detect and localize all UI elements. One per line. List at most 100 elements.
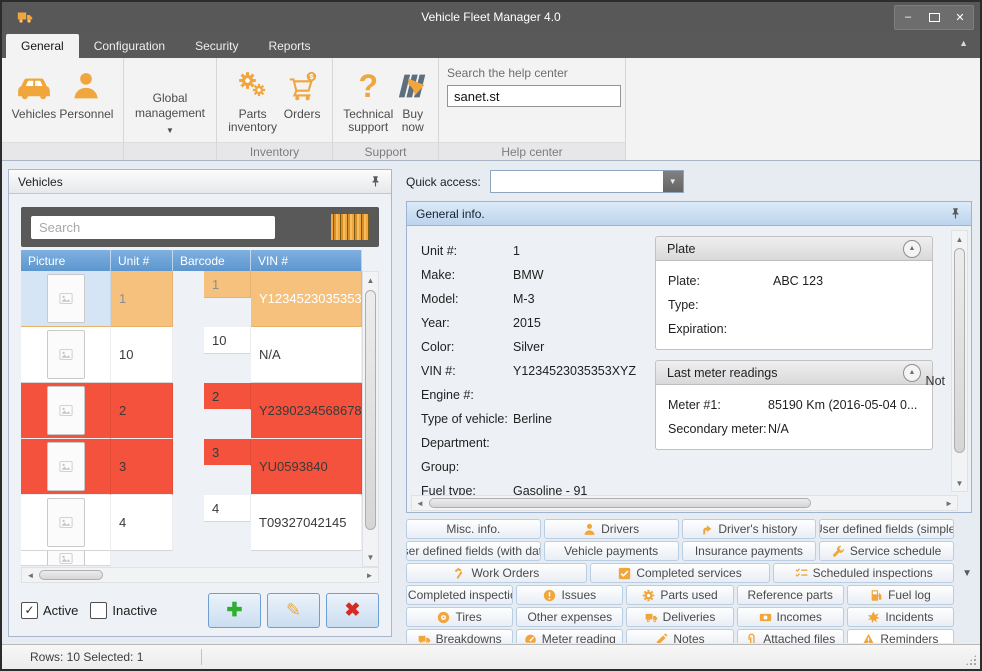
vehicles-button[interactable]: Vehicles [10,64,58,121]
tab-reminders[interactable]: Reminders [847,629,954,643]
tab-general[interactable]: General [6,34,79,58]
minimize-button[interactable]: – [895,6,921,29]
maximize-button[interactable] [921,6,947,29]
scroll-down-icon[interactable]: ▼ [952,476,967,490]
combobox-dropdown-button[interactable]: ▼ [663,171,683,192]
global-management-button[interactable]: Global management ▼ [132,91,208,138]
tab-notes[interactable]: Notes [626,629,733,643]
resize-grip[interactable] [965,654,977,666]
vin-cell: Y1234523035353XYZ [251,271,362,327]
scroll-left-icon[interactable]: ◄ [413,496,427,510]
tab-tires[interactable]: Tires [406,607,513,627]
inactive-checkbox[interactable] [90,602,107,619]
active-checkbox[interactable]: ✓ [21,602,38,619]
column-header-unit[interactable]: Unit # [111,250,173,271]
field-label: Engine #: [421,388,513,402]
picture-cell [21,439,111,495]
info-horizontal-scrollbar[interactable]: ◄ ► [411,495,958,511]
pin-icon[interactable] [369,175,382,188]
vehicles-vertical-scrollbar[interactable]: ▲ ▼ [362,271,379,567]
tab-label: Incomes [777,610,822,624]
tab-user-defined-fields-with-date[interactable]: User defined fields (with date) [406,541,541,561]
vehicle-row[interactable]: 11Y1234523035353XYZ [21,271,362,327]
tab-security[interactable]: Security [180,34,253,58]
tab-other-expenses[interactable]: Other expenses [516,607,623,627]
tab-user-defined-fields-simple[interactable]: User defined fields (simple) [819,519,954,539]
vehicle-row[interactable]: 1010N/A [21,327,362,383]
column-header-picture[interactable]: Picture [21,250,111,271]
tab-incidents[interactable]: Incidents [847,607,954,627]
delete-vehicle-button[interactable]: ✖ [326,593,379,628]
tab-meter-reading[interactable]: Meter reading [516,629,623,643]
tab-attached-files[interactable]: Attached files [737,629,844,643]
tab-parts-used[interactable]: Parts used [626,585,733,605]
add-vehicle-button[interactable]: ✚ [208,593,261,628]
info-vertical-scrollbar[interactable]: ▲ ▼ [951,230,968,492]
collapse-circle-icon[interactable]: ▲ [903,240,921,258]
tab-label: Other expenses [527,610,612,624]
tab-scheduled-inspections[interactable]: Scheduled inspections [773,563,954,583]
scroll-right-icon[interactable]: ► [362,568,377,582]
vehicle-row[interactable]: 22Y2390234568678 [21,383,362,439]
vehicle-row[interactable]: 44T09327042145 [21,495,362,551]
tab-drivers[interactable]: Drivers [544,519,679,539]
info-field-model: Model:M-3 [421,287,666,311]
tab-incomes[interactable]: Incomes [737,607,844,627]
tab-reference-parts[interactable]: Reference parts [737,585,844,605]
column-header-barcode[interactable]: Barcode [173,250,251,271]
scroll-up-icon[interactable]: ▲ [363,273,378,288]
inventory-group-caption: Inventory [217,142,332,160]
title-bar: Vehicle Fleet Manager 4.0 – ✕ [2,2,980,32]
tabs-scroll-down-icon[interactable]: ▼ [962,568,972,579]
scroll-up-icon[interactable]: ▲ [952,232,967,246]
buy-now-button[interactable]: Buy now [395,64,430,134]
parts-inventory-button[interactable]: Parts inventory [225,64,280,134]
close-button[interactable]: ✕ [947,6,973,29]
scroll-thumb[interactable] [39,570,103,580]
quick-access-combobox[interactable]: ▼ [490,170,684,193]
help-search-input[interactable] [447,85,621,107]
scroll-left-icon[interactable]: ◄ [23,568,38,582]
tab-reports[interactable]: Reports [253,34,325,58]
scroll-thumb[interactable] [365,290,376,530]
pencil-icon [655,633,668,644]
technical-support-button[interactable]: ? Technical support [341,64,395,134]
parts-inventory-label: Parts inventory [225,108,280,134]
collapse-ribbon-icon[interactable]: ▲ [959,38,968,48]
maximize-icon [929,13,940,22]
tab-misc-info[interactable]: Misc. info. [406,519,541,539]
orders-button[interactable]: Orders [280,64,324,121]
tab-breakdowns[interactable]: Breakdowns [406,629,513,643]
tab-driver-s-history[interactable]: Driver's history [682,519,817,539]
column-header-vin[interactable]: VIN # [251,250,362,271]
scroll-thumb[interactable] [954,248,965,453]
tab-insurance-payments[interactable]: Insurance payments [682,541,817,561]
barcode-icon[interactable] [331,214,369,240]
tab-label: Vehicle payments [564,544,658,558]
tab-issues[interactable]: Issues [516,585,623,605]
picture-cell [21,271,111,327]
search-input[interactable] [31,216,275,239]
vehicles-search-toolbar [21,207,379,247]
barcode-cell: 2 [204,383,251,410]
tab-deliveries[interactable]: Deliveries [626,607,733,627]
tab-completed-inspections[interactable]: Completed inspections [406,585,513,605]
image-placeholder [47,330,85,379]
vehicle-row[interactable]: 33YU0593840 [21,439,362,495]
scroll-thumb[interactable] [429,498,811,508]
tab-fuel-log[interactable]: Fuel log [847,585,954,605]
collapse-circle-icon[interactable]: ▲ [903,364,921,382]
vehicle-row[interactable] [21,551,362,566]
field-value: 1 [513,244,520,258]
tab-completed-services[interactable]: Completed services [590,563,771,583]
edit-vehicle-button[interactable]: ✎ [267,593,320,628]
tab-configuration[interactable]: Configuration [79,34,180,58]
pin-icon[interactable] [949,207,962,220]
tab-vehicle-payments[interactable]: Vehicle payments [544,541,679,561]
vehicles-horizontal-scrollbar[interactable]: ◄ ► [21,567,379,583]
scroll-right-icon[interactable]: ► [942,496,956,510]
tab-work-orders[interactable]: Work Orders [406,563,587,583]
scroll-down-icon[interactable]: ▼ [363,550,378,565]
tab-service-schedule[interactable]: Service schedule [819,541,954,561]
personnel-button[interactable]: Personnel [58,64,115,121]
